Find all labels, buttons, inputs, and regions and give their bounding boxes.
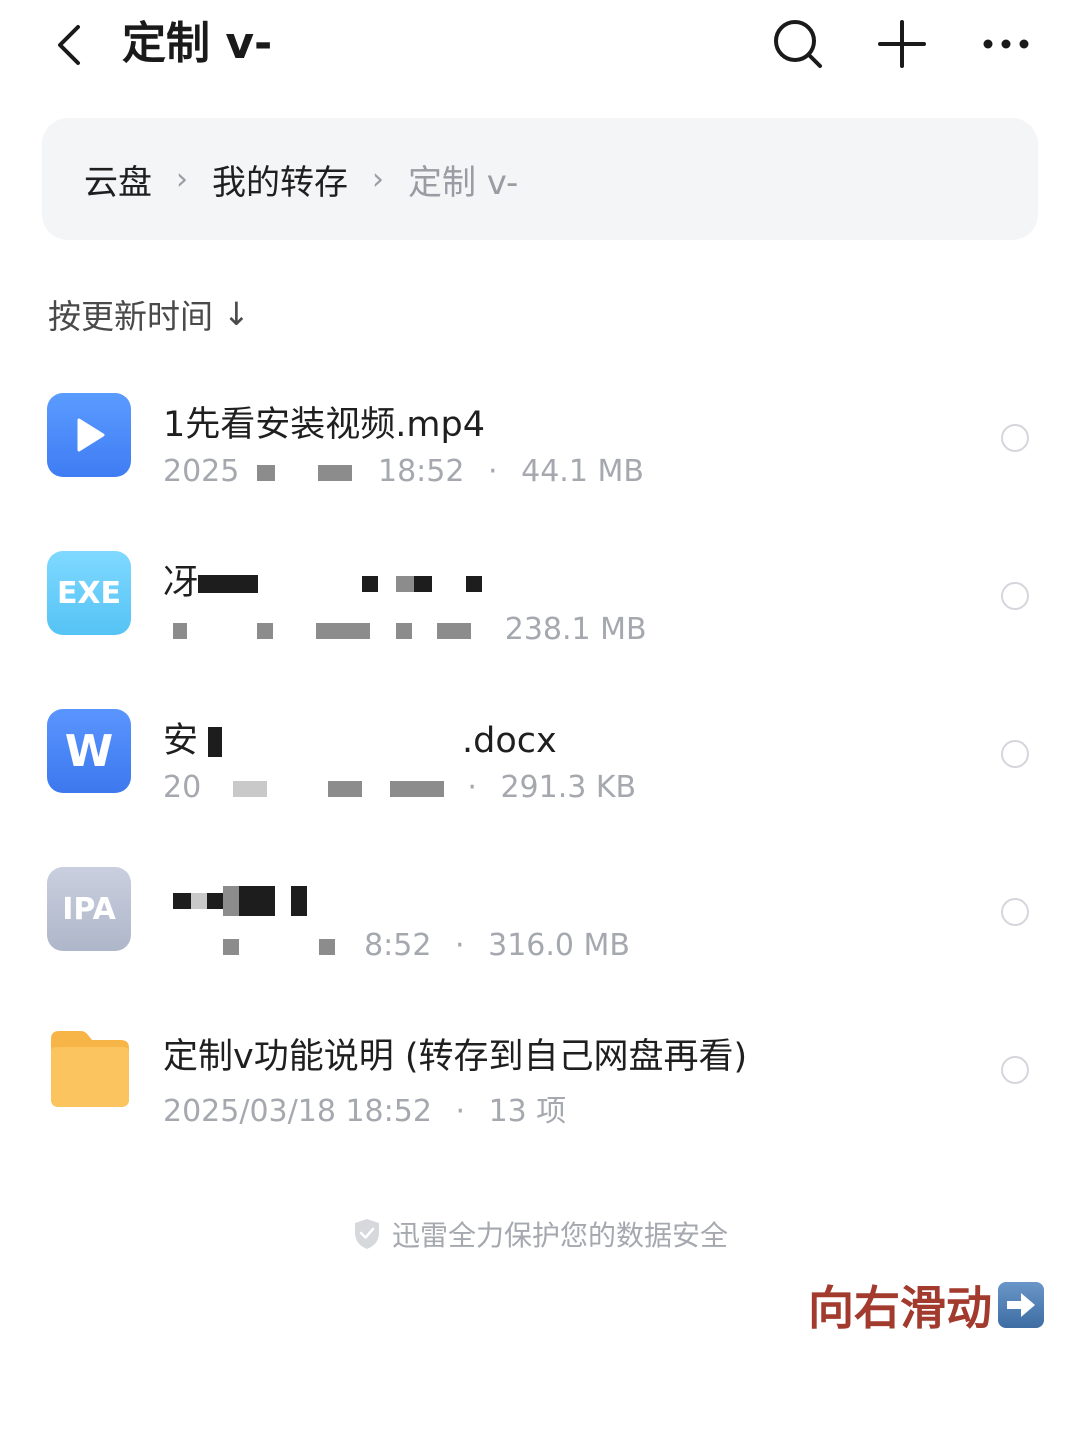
swipe-hint-text: 向右滑动 <box>808 1281 992 1335</box>
breadcrumb-current: 定制 v- <box>408 162 519 203</box>
redacted-mosaic <box>395 622 412 639</box>
redacted-mosaic <box>291 886 307 916</box>
page-title: 定制 v- <box>122 18 273 69</box>
redacted-mosaic <box>396 576 415 592</box>
select-radio[interactable] <box>1001 1056 1029 1084</box>
file-date: 2025/03/18 <box>163 1094 336 1129</box>
folder-item-count: 13 项 <box>488 1094 567 1129</box>
file-name: 定制v功能说明 (转存到自己网盘再看) <box>163 1037 748 1077</box>
file-date: 2025 <box>163 454 240 489</box>
redacted-mosaic <box>389 780 444 797</box>
ipa-file-icon: IPA <box>47 867 131 951</box>
exe-icon-label: EXE <box>56 575 122 611</box>
list-item[interactable]: 1先看安装视频.mp4 2025 18:52 · 44.1 MB <box>0 358 1080 516</box>
redacted-mosaic <box>437 622 472 639</box>
select-radio[interactable] <box>1001 898 1029 926</box>
list-item[interactable]: EXE 冴 238.1 MB <box>0 516 1080 674</box>
file-date: 20 <box>163 770 202 805</box>
search-button[interactable] <box>768 14 828 74</box>
file-time: 18:52 <box>378 454 465 489</box>
file-meta: 8:52 · 316.0 MB <box>163 928 630 963</box>
sort-label: 按更新时间 <box>48 297 213 336</box>
file-name-prefix: 安 <box>163 721 199 761</box>
file-size: 238.1 MB <box>504 612 647 647</box>
security-notice: 迅雷全力保护您的数据安全 <box>0 1214 1080 1254</box>
list-item[interactable]: 定制v功能说明 (转存到自己网盘再看) 2025/03/18 18:52 · 1… <box>0 990 1080 1148</box>
redacted-mosaic <box>208 727 223 757</box>
redacted-mosaic <box>191 893 207 909</box>
redacted-mosaic <box>316 622 371 639</box>
redacted-mosaic <box>466 576 483 592</box>
redacted-mosaic <box>207 893 223 909</box>
select-radio[interactable] <box>1001 740 1029 768</box>
file-name-suffix: .docx <box>462 721 557 761</box>
breadcrumb: 云盘 › 我的转存 › 定制 v- <box>42 118 1038 240</box>
breadcrumb-transfers[interactable]: 我的转存 <box>212 155 348 204</box>
breadcrumb-root[interactable]: 云盘 <box>84 155 152 204</box>
word-icon-label: W <box>64 725 114 777</box>
security-text: 迅雷全力保护您的数据安全 <box>391 1219 728 1252</box>
more-button[interactable] <box>976 14 1036 74</box>
file-meta: 20 · 291.3 KB <box>163 770 636 805</box>
file-name: 1先看安装视频.mp4 <box>163 405 485 445</box>
sort-selector[interactable]: 按更新时间 ↓ <box>48 290 250 338</box>
redacted-mosaic <box>198 575 259 593</box>
file-name-visible: 冴 <box>163 563 199 603</box>
chevron-left-icon <box>58 25 80 65</box>
file-size: 291.3 KB <box>500 770 637 805</box>
meta-separator: · <box>467 770 477 805</box>
add-button[interactable] <box>872 14 932 74</box>
file-time: 8:52 <box>364 928 432 963</box>
meta-separator: · <box>455 928 465 963</box>
file-time: 18:52 <box>345 1094 432 1129</box>
file-meta: 2025/03/18 18:52 · 13 项 <box>163 1086 566 1130</box>
meta-separator: · <box>488 454 498 489</box>
select-radio[interactable] <box>1001 424 1029 452</box>
search-icon <box>774 20 822 68</box>
meta-separator: · <box>455 1094 466 1129</box>
file-name: 冴 <box>163 554 483 605</box>
redacted-mosaic <box>223 938 239 955</box>
sort-arrow-icon: ↓ <box>223 295 250 333</box>
redacted-mosaic <box>232 780 267 797</box>
file-size: 44.1 MB <box>521 454 644 489</box>
breadcrumb-separator: › <box>176 161 188 197</box>
shield-icon <box>354 1219 379 1249</box>
redacted-mosaic <box>173 622 187 639</box>
swipe-hint: 向右滑动 <box>808 1272 1044 1338</box>
redacted-mosaic <box>223 886 239 916</box>
redacted-mosaic <box>362 576 379 592</box>
redacted-mosaic <box>173 893 191 909</box>
ipa-icon-label: IPA <box>62 891 116 927</box>
plus-icon <box>878 20 926 68</box>
redacted-mosaic <box>256 622 273 639</box>
right-arrow-icon <box>998 1282 1044 1328</box>
file-name <box>163 880 307 920</box>
breadcrumb-separator: › <box>372 161 384 197</box>
more-icon <box>983 39 1029 49</box>
list-item[interactable]: IPA 8:52 · 316.0 MB <box>0 832 1080 990</box>
list-item[interactable]: W 安 .docx 20 · 291.3 KB <box>0 674 1080 832</box>
file-size: 316.0 MB <box>488 928 630 963</box>
redacted-mosaic <box>256 464 275 481</box>
file-name: 安 .docx <box>163 712 557 763</box>
file-meta: 238.1 MB <box>163 612 647 647</box>
file-list: 1先看安装视频.mp4 2025 18:52 · 44.1 MB EXE 冴 2… <box>0 358 1080 1148</box>
exe-file-icon: EXE <box>47 551 131 635</box>
redacted-mosaic <box>239 886 275 916</box>
select-radio[interactable] <box>1001 582 1029 610</box>
file-meta: 2025 18:52 · 44.1 MB <box>163 454 644 489</box>
redacted-mosaic <box>318 938 335 955</box>
folder-icon <box>47 1025 131 1109</box>
video-file-icon <box>47 393 131 477</box>
redacted-mosaic <box>328 780 363 797</box>
word-file-icon: W <box>47 709 131 793</box>
redacted-mosaic <box>414 576 433 592</box>
cloud-folder-screen: 定制 v- 云盘 › 我的转存 › 定制 v- 按更新时间 ↓ 1先看安装视频.… <box>0 0 1080 1440</box>
top-bar: 定制 v- <box>0 0 1080 90</box>
back-button[interactable] <box>44 18 94 72</box>
redacted-mosaic <box>318 464 353 481</box>
